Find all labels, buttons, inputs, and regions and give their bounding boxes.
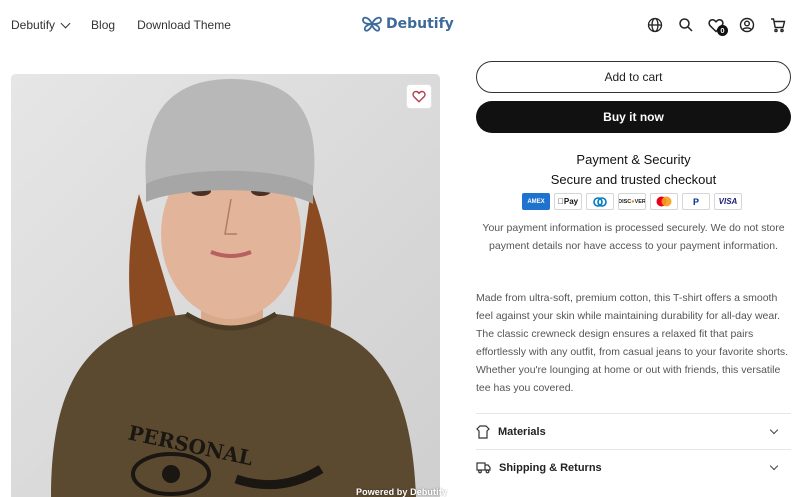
account-icon[interactable]	[737, 15, 757, 35]
nav-debutify[interactable]: Debutify	[11, 18, 71, 32]
apple-pay-icon: Pay	[554, 193, 582, 210]
accordion-shipping-returns[interactable]: Shipping & Returns	[476, 449, 791, 485]
butterfly-logo-icon	[362, 16, 382, 32]
product-photo-illustration: PERSONAL	[11, 74, 440, 497]
accordion-materials-label: Materials	[498, 425, 546, 438]
chevron-down-icon	[60, 18, 71, 28]
paypal-icon: P	[682, 193, 710, 210]
cart-icon[interactable]	[768, 15, 788, 35]
site-header: Debutify Blog Download Theme Debutify 0	[0, 0, 805, 52]
truck-icon	[476, 462, 491, 474]
heart-icon	[412, 90, 426, 103]
logo-text: Debutify	[386, 16, 454, 32]
powered-by-badge[interactable]: Powered by Debutify	[356, 487, 447, 497]
payment-methods: AMEX Pay DISC●VER P VISA	[522, 193, 746, 210]
accordion-shipping-returns-label: Shipping & Returns	[499, 461, 602, 474]
add-to-wishlist-button[interactable]	[406, 84, 432, 109]
nav-blog-label: Blog	[91, 18, 116, 32]
product-description: Made from ultra-soft, premium cotton, th…	[476, 292, 789, 394]
diners-club-icon	[586, 193, 614, 210]
nav-download-theme-label: Download Theme	[137, 18, 231, 32]
wishlist-icon[interactable]: 0	[706, 15, 728, 36]
mastercard-icon	[650, 193, 678, 210]
secure-checkout-subtitle: Secure and trusted checkout	[550, 172, 717, 187]
main-nav: Debutify Blog Download Theme	[11, 18, 253, 32]
payment-security-title: Payment & Security	[576, 152, 691, 167]
buy-now-button[interactable]: Buy it now	[476, 101, 791, 133]
site-logo[interactable]: Debutify	[361, 15, 454, 33]
nav-debutify-label: Debutify	[11, 18, 56, 32]
fabric-icon	[476, 424, 490, 439]
search-icon[interactable]	[676, 15, 696, 35]
powered-by-brand: Debutify	[410, 487, 447, 497]
product-image[interactable]: PERSONAL	[11, 74, 440, 497]
accordion-materials[interactable]: Materials	[476, 413, 791, 449]
wishlist-count-badge: 0	[717, 25, 728, 36]
add-to-cart-button[interactable]: Add to cart	[476, 61, 791, 93]
nav-download-theme[interactable]: Download Theme	[137, 18, 231, 32]
chevron-down-icon	[769, 461, 779, 471]
nav-blog[interactable]: Blog	[91, 18, 115, 32]
visa-icon: VISA	[714, 193, 742, 210]
globe-icon[interactable]	[645, 15, 665, 35]
payment-security-note: Your payment information is processed se…	[482, 222, 785, 252]
powered-by-text: Powered by	[356, 487, 408, 497]
discover-icon: DISC ● VER	[618, 193, 646, 210]
amex-icon: AMEX	[522, 193, 550, 210]
chevron-down-icon	[769, 425, 779, 435]
